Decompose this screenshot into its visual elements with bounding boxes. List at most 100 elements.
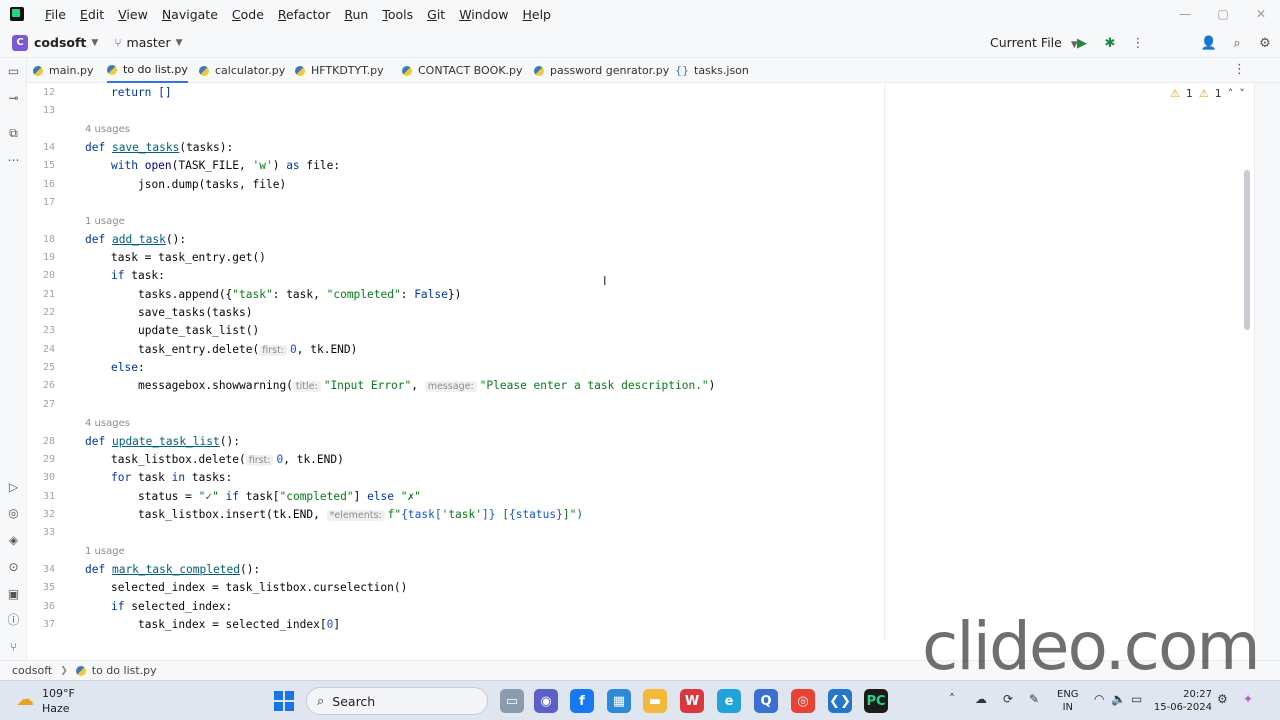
tab-hftkdtyt-py[interactable]: HFTKDTYT.py	[295, 58, 384, 83]
menu-tools[interactable]: Tools	[375, 7, 420, 22]
code-line: task_entry.delete(first: 0, tk.END)	[138, 343, 358, 356]
code-line: if selected_index:	[111, 600, 233, 613]
code-editor[interactable]: 12 13 14 15 16 17 18 19 20 21 22 23 24 2…	[27, 84, 1254, 640]
menu-window[interactable]: Window	[452, 7, 515, 22]
more-tools-icon[interactable]: ⋯	[5, 151, 22, 168]
menu-run[interactable]: Run	[337, 7, 375, 22]
chevron-down-icon[interactable]: ▼	[176, 38, 183, 48]
python-file-icon	[534, 65, 544, 76]
facebook-icon[interactable]: f	[570, 689, 594, 713]
clock[interactable]: 20:27 15-06-2024	[1152, 688, 1212, 714]
project-folder-icon[interactable]: ▭	[5, 62, 22, 79]
json-file-icon: {}	[675, 64, 689, 77]
code-line: def add_task():	[85, 233, 187, 246]
weather-description[interactable]: Haze	[42, 702, 70, 715]
weather-haze-icon[interactable]: ☁	[16, 689, 34, 710]
code-line: json.dump(tasks, file)	[138, 178, 287, 191]
project-badge[interactable]: C	[12, 34, 28, 51]
terminal-icon[interactable]: ▣	[5, 585, 22, 602]
edge-browser-icon[interactable]: e	[717, 689, 741, 713]
wifi-icon[interactable]: ◠	[1094, 692, 1104, 706]
input-language[interactable]: ENG IN	[1057, 688, 1079, 714]
chevron-down-icon[interactable]: ▼	[91, 38, 98, 48]
project-selector[interactable]: codsoft	[34, 35, 86, 50]
chrome-icon[interactable]: ◎	[791, 689, 815, 713]
minimize-icon[interactable]: —	[1166, 0, 1204, 28]
battery-icon[interactable]: ▭	[1131, 692, 1142, 706]
inspection-widget[interactable]: ⚠ 1 ⚠ 1 ˄ ˅	[1170, 87, 1245, 100]
settings-gear-icon[interactable]: ⚙	[1256, 34, 1274, 52]
python-packages-icon[interactable]: ◎	[5, 504, 22, 521]
more-actions-icon[interactable]: ⋮	[1129, 34, 1147, 52]
copilot-icon[interactable]: ✦	[1243, 692, 1253, 706]
pen-icon[interactable]: ✎	[1029, 692, 1039, 706]
weather-temperature[interactable]: 109°F	[42, 687, 75, 700]
run-tool-icon[interactable]: ▷	[5, 478, 22, 495]
menu-view[interactable]: View	[111, 7, 155, 22]
tab-main-py[interactable]: main.py	[33, 58, 93, 83]
chevron-up-icon[interactable]: ˄	[949, 692, 955, 706]
git-icon[interactable]: ⑂	[5, 638, 22, 655]
chevron-right-icon: ❯	[60, 665, 68, 676]
maximize-icon[interactable]: ▢	[1204, 0, 1242, 28]
search-icon[interactable]: ⌕	[1228, 34, 1246, 52]
run-configuration-selector[interactable]: Current File ▼	[990, 35, 1078, 50]
volume-icon[interactable]: 🔈	[1111, 692, 1126, 706]
menu-file[interactable]: File	[38, 7, 73, 22]
task-view-icon[interactable]: ▭	[500, 689, 524, 713]
structure-icon[interactable]: ⧉	[5, 125, 22, 142]
breadcrumb-file[interactable]: to do list.py	[75, 664, 157, 677]
layers-icon[interactable]: ◈	[5, 531, 22, 548]
onedrive-cloud-icon[interactable]: ☁	[975, 692, 987, 706]
sync-icon[interactable]: ⟳	[1003, 692, 1013, 706]
tab-tasks-json[interactable]: {} tasks.json	[675, 58, 749, 83]
commit-icon[interactable]: ⊸	[5, 89, 22, 106]
usages-hint[interactable]: 4 usages	[85, 124, 130, 135]
app-q-icon[interactable]: Q	[754, 689, 778, 713]
python-file-icon	[402, 65, 412, 76]
code-line: task_listbox.delete(first: 0, tk.END)	[111, 453, 344, 466]
debug-icon[interactable]: ✱	[1101, 34, 1119, 52]
code-line: task_index = selected_index[0]	[138, 618, 341, 631]
windows-start-icon[interactable]	[274, 691, 294, 711]
teams-chat-icon[interactable]: ◉	[534, 689, 558, 713]
editor-scrollbar[interactable]	[1244, 170, 1250, 330]
tab-to-do-list-py[interactable]: to do list.py	[107, 58, 188, 83]
tab-calculator-py[interactable]: calculator.py	[199, 58, 285, 83]
chevron-up-icon[interactable]: ˄	[1228, 87, 1234, 100]
pycharm-logo-icon	[10, 7, 24, 21]
taskbar-search[interactable]: ⌕ Search	[306, 687, 488, 715]
close-icon[interactable]: ✕	[1242, 0, 1280, 28]
problems-icon[interactable]: ⓘ	[5, 611, 22, 628]
warning-count: 1	[1185, 87, 1193, 100]
chevron-down-icon[interactable]: ˅	[1239, 87, 1245, 100]
wps-office-icon[interactable]: W	[680, 689, 704, 713]
add-user-icon[interactable]: 👤	[1200, 34, 1218, 52]
pycharm-icon[interactable]: PC	[864, 689, 888, 713]
tab-contact-book-py[interactable]: CONTACT BOOK.py	[402, 58, 523, 83]
branch-selector[interactable]: master	[127, 35, 171, 50]
text-cursor-icon: I	[603, 274, 607, 288]
file-explorer-icon[interactable]: ▬	[643, 689, 667, 713]
menu-navigate[interactable]: Navigate	[155, 7, 225, 22]
usages-hint[interactable]: 4 usages	[85, 418, 130, 429]
code-line: else:	[111, 361, 145, 374]
settings-gear-icon[interactable]: ⚙	[1217, 692, 1228, 706]
menu-help[interactable]: Help	[515, 7, 558, 22]
menu-git[interactable]: Git	[420, 7, 452, 22]
git-branch-icon[interactable]: ⑂	[114, 36, 121, 50]
breadcrumb-project[interactable]: codsoft	[12, 664, 52, 677]
more-tabs-icon[interactable]: ⋮	[1233, 62, 1246, 77]
microsoft-store-icon[interactable]: ▦	[607, 689, 631, 713]
tab-password-genrator-py[interactable]: password genrator.py	[534, 58, 669, 83]
run-icon[interactable]: ▶	[1073, 34, 1091, 52]
vscode-icon[interactable]: ❮❯	[828, 689, 852, 713]
usages-hint[interactable]: 1 usage	[85, 216, 125, 227]
search-icon: ⌕	[317, 693, 325, 709]
menu-refactor[interactable]: Refactor	[271, 7, 337, 22]
usages-hint[interactable]: 1 usage	[85, 546, 125, 557]
menu-code[interactable]: Code	[225, 7, 271, 22]
parameter-hint: first:	[245, 455, 274, 466]
services-icon[interactable]: ⊙	[5, 558, 22, 575]
menu-edit[interactable]: Edit	[73, 7, 111, 22]
